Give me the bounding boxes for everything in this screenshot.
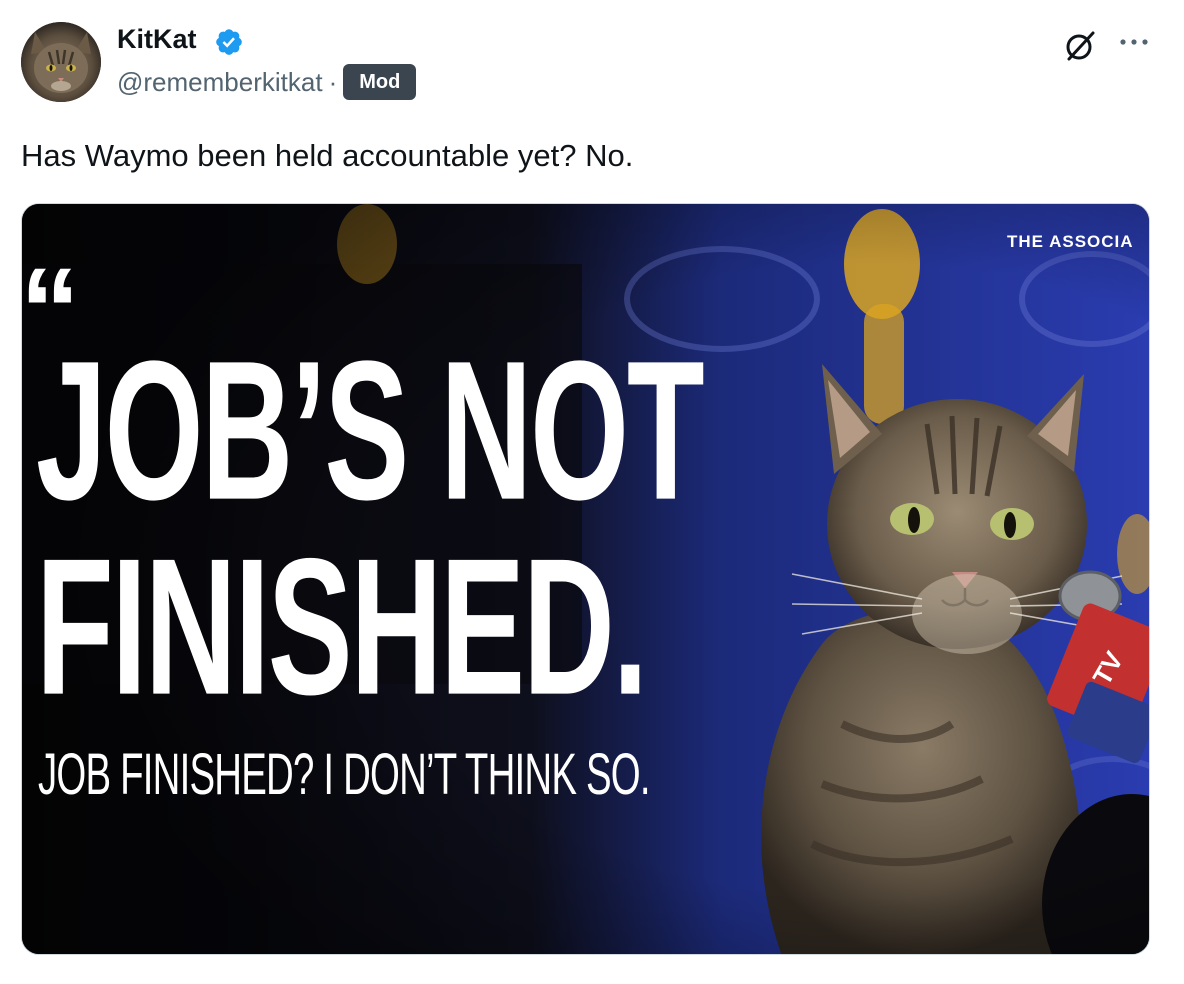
cat-avatar-icon <box>21 22 101 102</box>
verified-badge-icon <box>216 29 242 55</box>
more-options-icon[interactable] <box>1117 30 1151 54</box>
handle-row: @rememberkitkat · Mod <box>117 64 417 100</box>
headline-line-1: JOB’S NOT <box>36 320 705 542</box>
mod-badge: Mod <box>343 64 417 100</box>
grok-icon[interactable] <box>1062 28 1098 64</box>
post: KitKat @rememberkitkat · Mod Has Waymo b… <box>0 0 1184 984</box>
post-text: Has Waymo been held accountable yet? No. <box>21 138 634 173</box>
headline-subline: JOB FINISHED? I DON’T THINK SO. <box>38 742 651 808</box>
author-name[interactable]: KitKat <box>117 24 197 55</box>
author-avatar[interactable] <box>21 22 101 102</box>
corner-label: THE ASSOCIA <box>1007 232 1134 251</box>
handle-separator: · <box>328 66 338 97</box>
headline-line-2: FINISHED. <box>36 518 648 736</box>
post-image[interactable]: TV “ JOB’S NOT FINISHED. JOB FINISHED? I… <box>21 203 1150 955</box>
author-handle[interactable]: @rememberkitkat <box>117 67 323 98</box>
